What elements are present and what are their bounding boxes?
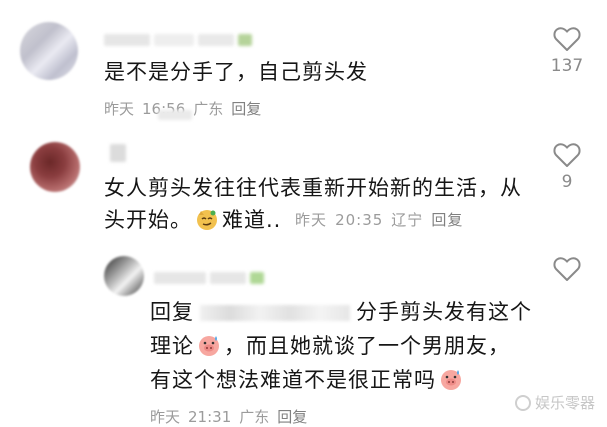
reply-text-c: 有这个想法难道不是很正常吗 [150, 368, 436, 392]
avatar[interactable] [104, 256, 144, 296]
pig-sweat-emoji-icon [441, 370, 461, 390]
like-button[interactable] [542, 256, 592, 282]
reply-text-line-3: 有这个想法难道不是很正常吗 [150, 366, 466, 395]
comment-meta: 昨天 21:31 广东 回复 [150, 406, 315, 427]
like-button[interactable]: 137 [542, 26, 592, 76]
comment-time: 21:31 [188, 408, 232, 426]
username-blurred[interactable] [104, 34, 252, 46]
comment-2: 女人剪头发往往代表重新开始新的生活，从 头开始。 难道.. 昨天 20:35 辽宁回… [0, 140, 607, 250]
comment-text-trailing: 难道.. [222, 208, 282, 232]
avatar[interactable] [20, 22, 78, 80]
comment-location: 辽宁 [391, 211, 424, 229]
watermark-logo-icon [514, 394, 531, 411]
comment-text: 是不是分手了，自己剪头发 [104, 60, 368, 84]
comment-time: 20:35 [335, 211, 384, 229]
comment-text-start: 头开始。 [104, 208, 192, 232]
reply-button[interactable]: 回复 [431, 211, 463, 229]
comment-1: 是不是分手了，自己剪头发 昨天 16:56 广东 回复 137 [0, 0, 607, 140]
comment-location: 广东 [193, 100, 224, 118]
smug-face-emoji-icon [197, 210, 217, 230]
reply-button[interactable]: 回复 [277, 408, 307, 426]
comment-text-line-2: 头开始。 难道.. 昨天 20:35 辽宁 回复 [104, 206, 471, 235]
reply-text-a: 理论 [150, 334, 194, 358]
reply-text-b: ，而且她就谈了一个男朋友， [224, 334, 510, 358]
watermark-text: 娱乐零器 [534, 394, 595, 412]
like-button[interactable]: 9 [542, 142, 592, 192]
pig-sweat-emoji-icon [199, 336, 219, 356]
comment-meta: 昨天 20:35 辽宁 回复 [295, 211, 471, 229]
heart-outline-icon [553, 143, 581, 167]
username-blurred[interactable] [110, 144, 126, 162]
mention-blurred[interactable] [200, 305, 350, 321]
comment-date: 昨天 [150, 408, 181, 426]
heart-outline-icon [553, 27, 581, 51]
like-count: 137 [550, 56, 584, 76]
like-count: 9 [561, 172, 573, 192]
heart-outline-icon [553, 257, 581, 281]
avatar[interactable] [30, 142, 80, 192]
comment-text-line-1: 女人剪头发往往代表重新开始新的生活，从 [104, 176, 522, 200]
watermark: 娱乐零器 [514, 392, 595, 413]
username-blurred[interactable] [154, 272, 264, 284]
comment-location: 广东 [239, 408, 270, 426]
reply-prefix: 回复 [150, 300, 194, 324]
blurred-overlay [158, 110, 192, 120]
comment-date: 昨天 [104, 100, 135, 118]
reply-text-line-2: 理论 ，而且她就谈了一个男朋友， [150, 332, 510, 361]
reply-text-line-1: 回复 分手剪头发有这个 [150, 298, 532, 327]
reply-button[interactable]: 回复 [231, 100, 261, 118]
comment-date: 昨天 [295, 211, 328, 229]
reply-text-continued: 分手剪头发有这个 [356, 300, 532, 324]
